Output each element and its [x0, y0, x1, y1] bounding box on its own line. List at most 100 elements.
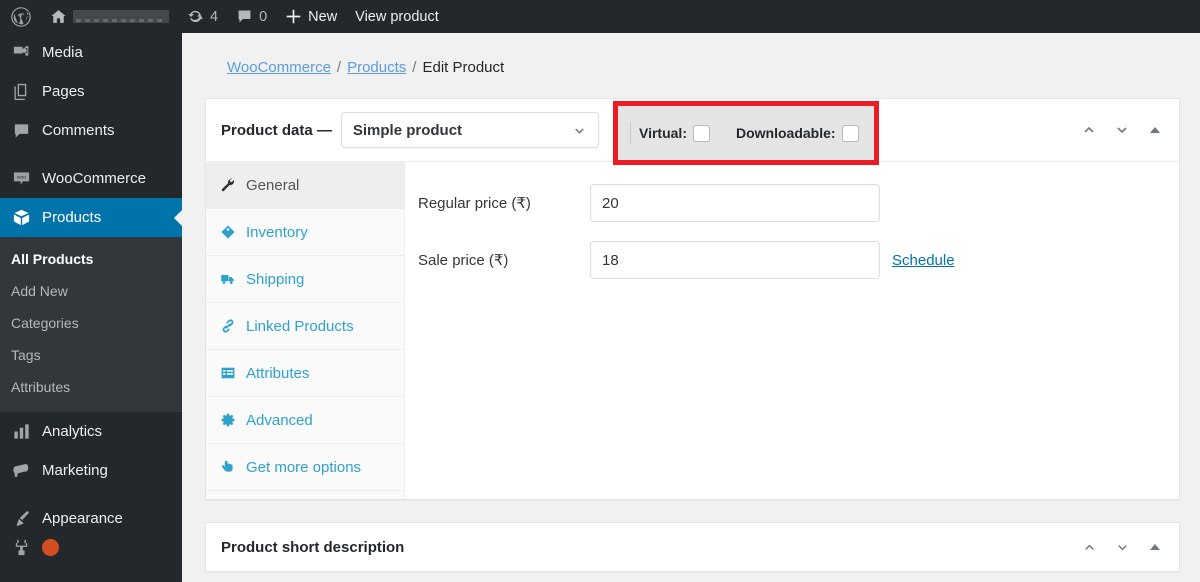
wordpress-logo-button[interactable] — [0, 0, 41, 33]
sidebar-item-comments[interactable]: Comments — [0, 111, 182, 150]
toggle-panel-button[interactable] — [1142, 534, 1168, 560]
appearance-brush-icon — [11, 509, 31, 529]
pointing-hand-icon — [219, 458, 237, 476]
comments-bubble-button[interactable]: 0 — [227, 0, 276, 33]
truck-icon — [219, 270, 237, 288]
sidebar-item-marketing[interactable]: Marketing — [0, 451, 182, 490]
downloadable-checkbox[interactable] — [841, 124, 859, 142]
tab-general[interactable]: General — [206, 162, 404, 209]
sale-price-schedule-link[interactable]: Schedule — [892, 252, 955, 269]
downloadable-label: Downloadable: — [735, 125, 836, 141]
link-icon — [219, 317, 237, 335]
toggle-panel-button[interactable] — [1142, 117, 1168, 143]
sidebar-item-woocommerce[interactable]: woo WooCommerce — [0, 159, 182, 198]
pages-icon — [11, 82, 31, 102]
short-description-header: Product short description — [206, 523, 1179, 571]
tab-shipping[interactable]: Shipping — [206, 256, 404, 303]
sidebar-item-media[interactable]: Media — [0, 33, 182, 72]
virtual-label: Virtual: — [639, 125, 687, 141]
media-icon — [11, 43, 31, 63]
sidebar-item-label: Comments — [42, 122, 115, 139]
tab-label: Linked Products — [246, 317, 354, 335]
sidebar-item-pages[interactable]: Pages — [0, 72, 182, 111]
regular-price-label: Regular price (₹) — [418, 195, 531, 212]
woocommerce-icon: woo — [11, 169, 31, 189]
submenu-item-attributes[interactable]: Attributes — [0, 371, 182, 403]
products-box-icon — [11, 208, 31, 228]
sidebar-item-analytics[interactable]: Analytics — [0, 412, 182, 451]
wrench-icon — [219, 176, 237, 194]
updates-button[interactable]: 4 — [178, 0, 227, 33]
view-product-button[interactable]: View product — [346, 0, 448, 33]
submenu-item-categories[interactable]: Categories — [0, 307, 182, 339]
sale-price-row: Sale price (₹) Schedule — [405, 241, 1179, 279]
triangle-up-icon — [1150, 544, 1160, 550]
general-tab-panel: Regular price (₹) Sale price (₹) Schedul… — [405, 162, 1179, 499]
triangle-up-icon — [1150, 127, 1160, 133]
plugins-update-badge — [42, 538, 59, 556]
tab-linked-products[interactable]: Linked Products — [206, 303, 404, 350]
breadcrumb-current: Edit Product — [422, 59, 505, 76]
product-data-panel: Product data — Simple product Virtual: D… — [205, 98, 1180, 500]
sale-price-label: Sale price (₹) — [418, 252, 509, 269]
tab-inventory[interactable]: Inventory — [206, 209, 404, 256]
updates-count: 4 — [210, 8, 219, 25]
sidebar-separator — [0, 150, 182, 159]
breadcrumb-woocommerce[interactable]: WooCommerce — [227, 59, 331, 76]
move-up-button[interactable] — [1076, 117, 1102, 143]
sidebar-item-label: Media — [42, 44, 83, 61]
tab-attributes[interactable]: Attributes — [206, 350, 404, 397]
regular-price-input[interactable] — [590, 184, 880, 222]
home-icon — [50, 8, 67, 25]
tab-get-more-options[interactable]: Get more options — [206, 444, 404, 491]
sidebar-item-appearance[interactable]: Appearance — [0, 499, 182, 538]
analytics-bars-icon — [11, 422, 31, 442]
move-down-button[interactable] — [1109, 534, 1135, 560]
sidebar-item-products[interactable]: Products — [0, 198, 182, 237]
new-content-button[interactable]: New — [276, 0, 346, 33]
product-data-header: Product data — Simple product Virtual: D… — [206, 99, 1179, 165]
comments-icon — [236, 8, 253, 25]
downloadable-checkbox-field[interactable]: Downloadable: — [735, 124, 859, 142]
virtual-checkbox-field[interactable]: Virtual: — [639, 124, 710, 142]
sidebar-item-plugins-partial[interactable] — [0, 538, 182, 556]
breadcrumb: WooCommerce / Products / Edit Product — [182, 33, 1200, 76]
submenu-item-add-new[interactable]: Add New — [0, 275, 182, 307]
tab-label: Inventory — [246, 223, 308, 241]
sale-price-input[interactable] — [590, 241, 880, 279]
plus-icon — [285, 8, 302, 25]
gear-icon — [219, 411, 237, 429]
main-content: WooCommerce / Products / Edit Product Pr… — [182, 33, 1200, 582]
wordpress-logo-icon — [11, 6, 31, 27]
regular-price-row: Regular price (₹) — [405, 184, 1179, 222]
plugins-icon — [11, 538, 31, 556]
submenu-item-tags[interactable]: Tags — [0, 339, 182, 371]
site-name-menu[interactable] — [41, 0, 178, 33]
sidebar-item-label: Analytics — [42, 423, 103, 440]
product-data-title: Product data — — [221, 121, 332, 139]
submenu-item-all-products[interactable]: All Products — [0, 243, 182, 275]
sidebar-item-label: Pages — [42, 83, 85, 100]
virtual-checkbox[interactable] — [692, 124, 710, 142]
sidebar-item-label: Appearance — [42, 510, 123, 527]
view-product-label: View product — [355, 8, 439, 25]
product-type-select[interactable]: Simple product — [340, 112, 599, 148]
tab-advanced[interactable]: Advanced — [206, 397, 404, 444]
move-down-button[interactable] — [1109, 117, 1135, 143]
sidebar-item-label: Marketing — [42, 462, 108, 479]
product-short-description-panel: Product short description — [205, 522, 1180, 572]
sidebar-separator — [0, 490, 182, 499]
short-description-title: Product short description — [221, 538, 405, 556]
move-up-button[interactable] — [1076, 534, 1102, 560]
tab-label: Attributes — [246, 364, 310, 382]
svg-text:woo: woo — [17, 176, 26, 181]
tab-label: Shipping — [246, 270, 305, 288]
product-type-options-highlight: Virtual: Downloadable: — [613, 101, 879, 165]
marketing-megaphone-icon — [11, 461, 31, 481]
admin-bar: 4 0 New View product — [0, 0, 1200, 33]
tag-icon — [219, 223, 237, 241]
breadcrumb-products[interactable]: Products — [347, 59, 406, 76]
updates-icon — [187, 8, 204, 25]
panel-handle-actions — [1076, 117, 1168, 143]
tab-label: Advanced — [246, 411, 313, 429]
